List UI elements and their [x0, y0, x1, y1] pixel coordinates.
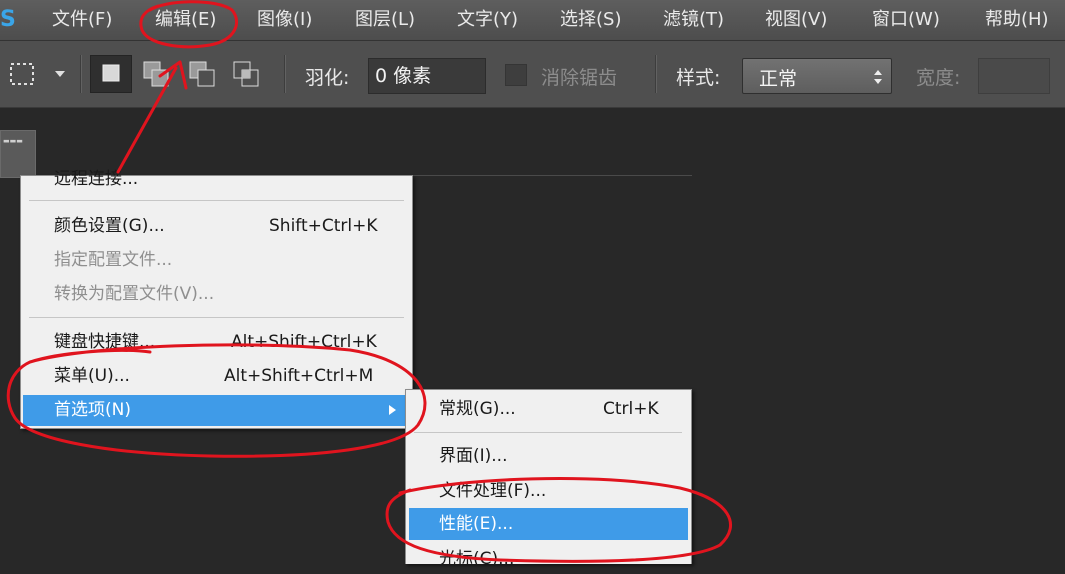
menu-item-remote-connections[interactable]: 远程连接... [54, 164, 138, 194]
menu-filter[interactable]: 滤镜(T) [663, 6, 724, 34]
options-bar: 羽化: 0 像素 消除锯齿 样式: 正常 宽度: [0, 41, 1065, 108]
chevron-down-icon[interactable] [52, 67, 68, 81]
menu-item-shortcut: Alt+Shift+Ctrl+M [224, 366, 374, 386]
feather-label: 羽化: [305, 67, 350, 89]
new-selection-button[interactable] [90, 55, 132, 93]
rectangular-marquee-icon[interactable] [8, 61, 38, 89]
menu-item-label: 首选项(N) [54, 400, 131, 420]
menu-item-shortcut: Alt+Shift+Ctrl+K [231, 332, 377, 352]
menu-item-keyboard-shortcuts[interactable]: 键盘快捷键... Alt+Shift+Ctrl+K [21, 327, 412, 357]
subtract-from-selection-icon[interactable] [186, 57, 222, 91]
menu-select[interactable]: 选择(S) [560, 6, 621, 34]
style-select-value: 正常 [759, 68, 798, 90]
submenu-arrow-icon [389, 405, 396, 415]
divider [80, 55, 82, 93]
menu-item-shortcut: Shift+Ctrl+K [269, 216, 378, 236]
document-tab-label: ▬▬▬ [3, 137, 23, 145]
submenu-item-interface[interactable]: 界面(I)... [439, 441, 508, 471]
menu-separator [29, 200, 404, 201]
feather-input[interactable]: 0 像素 [368, 58, 486, 94]
menu-item-label: 颜色设置(G)... [54, 216, 165, 236]
width-input[interactable] [978, 58, 1050, 94]
menu-separator [29, 317, 404, 318]
menu-item-menus[interactable]: 菜单(U)... Alt+Shift+Ctrl+M [21, 361, 412, 391]
edit-menu-dropdown: 远程连接... 颜色设置(G)... Shift+Ctrl+K 指定配置文件..… [20, 169, 413, 429]
menu-file[interactable]: 文件(F) [52, 6, 112, 34]
menu-item-preferences[interactable]: 首选项(N) [23, 395, 408, 426]
submenu-item-general[interactable]: 常规(G)... Ctrl+K [406, 394, 691, 424]
new-selection-icon [102, 64, 120, 82]
width-label: 宽度: [916, 67, 961, 89]
document-tab[interactable]: ▬▬▬ [0, 130, 36, 178]
updown-arrows-icon [874, 70, 882, 84]
menu-window[interactable]: 窗口(W) [872, 6, 940, 34]
divider [284, 55, 286, 93]
menu-edit[interactable]: 编辑(E) [155, 6, 216, 34]
menu-layer[interactable]: 图层(L) [355, 6, 415, 34]
menubar: S 文件(F) 编辑(E) 图像(I) 图层(L) 文字(Y) 选择(S) 滤镜… [0, 0, 1065, 41]
menu-item-label: 常规(G)... [439, 399, 516, 419]
antialias-checkbox[interactable] [505, 64, 527, 86]
menu-item-label: 键盘快捷键... [54, 332, 156, 352]
canvas-edge-line [412, 175, 692, 176]
divider [655, 55, 657, 93]
preferences-submenu: 常规(G)... Ctrl+K 界面(I)... 文件处理(F)... 性能(E… [405, 389, 692, 569]
photoshop-logo: S [0, 7, 16, 32]
menu-item-shortcut: Ctrl+K [603, 399, 659, 419]
menu-help[interactable]: 帮助(H) [985, 6, 1049, 34]
menu-item-assign-profile: 指定配置文件... [54, 250, 173, 270]
submenu-item-cursors[interactable]: 光标(C)... [439, 544, 514, 574]
intersect-selection-icon[interactable] [230, 57, 266, 91]
menu-item-label: 性能(E)... [439, 514, 514, 534]
menu-item-convert-profile: 转换为配置文件(V)... [54, 284, 215, 304]
add-to-selection-icon[interactable] [140, 57, 176, 91]
menu-item-color-settings[interactable]: 颜色设置(G)... Shift+Ctrl+K [21, 211, 412, 241]
submenu-item-performance[interactable]: 性能(E)... [409, 508, 688, 540]
submenu-item-file-handling[interactable]: 文件处理(F)... [439, 476, 546, 506]
menu-view[interactable]: 视图(V) [765, 6, 827, 34]
antialias-label: 消除锯齿 [541, 67, 618, 89]
menu-image[interactable]: 图像(I) [257, 6, 312, 34]
menu-type[interactable]: 文字(Y) [457, 6, 518, 34]
style-label: 样式: [676, 67, 721, 89]
menu-separator [414, 432, 682, 433]
style-select[interactable]: 正常 [742, 58, 892, 94]
menu-item-label: 菜单(U)... [54, 366, 130, 386]
